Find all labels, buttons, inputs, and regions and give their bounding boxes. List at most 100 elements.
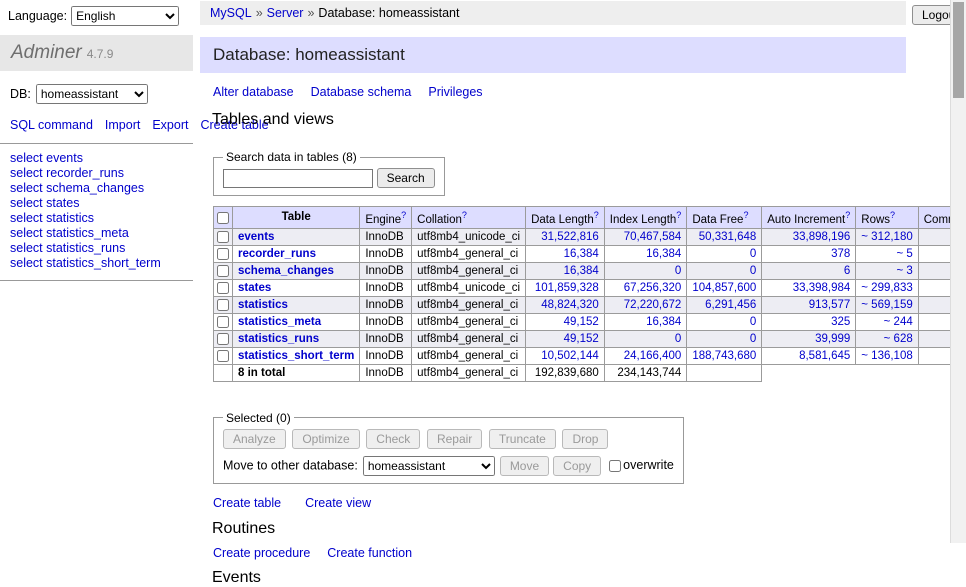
rows-count-link[interactable]: ~ 628 xyxy=(884,333,913,345)
sidebar-table-link-statistics[interactable]: select statistics xyxy=(10,211,94,225)
search-input[interactable] xyxy=(223,169,373,188)
index-length-link[interactable]: 0 xyxy=(675,333,681,345)
index-length-link[interactable]: 70,467,584 xyxy=(624,231,682,243)
privileges-link[interactable]: Privileges xyxy=(428,85,482,99)
row-select-checkbox[interactable] xyxy=(217,282,229,294)
auto-increment-link[interactable]: 325 xyxy=(831,316,850,328)
optimize-button[interactable]: Optimize xyxy=(292,429,359,449)
sidebar-table-link-states[interactable]: select states xyxy=(10,196,79,210)
data-length-link[interactable]: 49,152 xyxy=(564,316,599,328)
data-length-link[interactable]: 49,152 xyxy=(564,333,599,345)
sidebar-table-link-recorder-runs[interactable]: select recorder_runs xyxy=(10,166,124,180)
sidebar-table-link-statistics-short-term[interactable]: select statistics_short_term xyxy=(10,256,161,270)
auto-increment-link[interactable]: 6 xyxy=(844,265,850,277)
data-free-link[interactable]: 6,291,456 xyxy=(705,299,756,311)
index-length-link[interactable]: 72,220,672 xyxy=(624,299,682,311)
index-length-link[interactable]: 16,384 xyxy=(646,248,681,260)
table-name-link[interactable]: statistics_runs xyxy=(238,333,319,345)
sidebar-table-link-statistics-meta[interactable]: select statistics_meta xyxy=(10,226,129,240)
repair-button[interactable]: Repair xyxy=(427,429,482,449)
breadcrumb-server-link[interactable]: Server xyxy=(267,6,304,20)
rows-count-link[interactable]: ~ 312,180 xyxy=(861,231,912,243)
move-button[interactable]: Move xyxy=(500,456,549,476)
auto-increment-link[interactable]: 8,581,645 xyxy=(799,350,850,362)
auto-increment-link[interactable]: 39,999 xyxy=(815,333,850,345)
sidebar-table-link-statistics-runs[interactable]: select statistics_runs xyxy=(10,241,125,255)
db-select[interactable]: homeassistant xyxy=(36,84,148,104)
truncate-button[interactable]: Truncate xyxy=(489,429,556,449)
row-select-checkbox[interactable] xyxy=(217,299,229,311)
create-function-link[interactable]: Create function xyxy=(327,546,412,560)
rows-count-link[interactable]: ~ 569,159 xyxy=(861,299,912,311)
row-select-checkbox[interactable] xyxy=(217,333,229,345)
data-free-link[interactable]: 104,857,600 xyxy=(692,282,756,294)
column-help-link[interactable]: ? xyxy=(676,210,681,220)
import-link[interactable]: Import xyxy=(105,118,140,132)
row-select-checkbox[interactable] xyxy=(217,265,229,277)
sql-command-link[interactable]: SQL command xyxy=(10,118,93,132)
table-name-link[interactable]: statistics_meta xyxy=(238,316,321,328)
move-db-select[interactable]: homeassistant xyxy=(363,456,495,476)
data-length-link[interactable]: 31,522,816 xyxy=(541,231,599,243)
table-name-link[interactable]: schema_changes xyxy=(238,265,334,277)
create-view-link[interactable]: Create view xyxy=(305,496,371,510)
rows-count-link[interactable]: ~ 136,108 xyxy=(861,350,912,362)
scrollbar-thumb[interactable] xyxy=(953,2,964,98)
table-name-link[interactable]: states xyxy=(238,282,271,294)
data-length-link[interactable]: 101,859,328 xyxy=(535,282,599,294)
export-link[interactable]: Export xyxy=(152,118,188,132)
data-length-link[interactable]: 16,384 xyxy=(564,248,599,260)
rows-count-link[interactable]: ~ 299,833 xyxy=(861,282,912,294)
row-select-checkbox[interactable] xyxy=(217,316,229,328)
data-free-link[interactable]: 0 xyxy=(750,316,756,328)
index-length-link[interactable]: 24,166,400 xyxy=(624,350,682,362)
copy-button[interactable]: Copy xyxy=(553,456,601,476)
data-free-link[interactable]: 0 xyxy=(750,333,756,345)
auto-increment-link[interactable]: 33,898,196 xyxy=(793,231,851,243)
column-help-link[interactable]: ? xyxy=(594,210,599,220)
row-select-checkbox[interactable] xyxy=(217,350,229,362)
data-length-link[interactable]: 10,502,144 xyxy=(541,350,599,362)
column-help-link[interactable]: ? xyxy=(401,210,406,220)
table-name-link[interactable]: recorder_runs xyxy=(238,248,316,260)
data-free-link[interactable]: 0 xyxy=(750,248,756,260)
vertical-scrollbar[interactable] xyxy=(950,0,966,543)
sidebar-table-link-schema-changes[interactable]: select schema_changes xyxy=(10,181,144,195)
rows-count-link[interactable]: ~ 244 xyxy=(884,316,913,328)
column-help-link[interactable]: ? xyxy=(845,210,850,220)
row-select-checkbox[interactable] xyxy=(217,231,229,243)
database-schema-link[interactable]: Database schema xyxy=(311,85,412,99)
index-length-link[interactable]: 16,384 xyxy=(646,316,681,328)
create-procedure-link[interactable]: Create procedure xyxy=(213,546,310,560)
table-name-link[interactable]: statistics xyxy=(238,299,288,311)
alter-database-link[interactable]: Alter database xyxy=(213,85,294,99)
column-help-link[interactable]: ? xyxy=(462,210,467,220)
analyze-button[interactable]: Analyze xyxy=(223,429,286,449)
data-length-link[interactable]: 48,824,320 xyxy=(541,299,599,311)
sidebar-table-link-events[interactable]: select events xyxy=(10,151,83,165)
table-name-link[interactable]: statistics_short_term xyxy=(238,350,354,362)
rows-count-link[interactable]: ~ 5 xyxy=(896,248,912,260)
select-all-checkbox[interactable] xyxy=(217,212,229,224)
data-length-link[interactable]: 16,384 xyxy=(564,265,599,277)
language-select[interactable]: English xyxy=(71,6,179,26)
index-length-link[interactable]: 67,256,320 xyxy=(624,282,682,294)
column-help-link[interactable]: ? xyxy=(743,210,748,220)
row-select-checkbox[interactable] xyxy=(217,248,229,260)
table-name-link[interactable]: events xyxy=(238,231,274,243)
data-free-link[interactable]: 188,743,680 xyxy=(692,350,756,362)
auto-increment-link[interactable]: 913,577 xyxy=(809,299,851,311)
index-length-link[interactable]: 0 xyxy=(675,265,681,277)
auto-increment-link[interactable]: 33,398,984 xyxy=(793,282,851,294)
drop-button[interactable]: Drop xyxy=(562,429,608,449)
check-button[interactable]: Check xyxy=(366,429,420,449)
overwrite-checkbox[interactable] xyxy=(609,460,621,472)
breadcrumb-mysql-link[interactable]: MySQL xyxy=(210,6,252,20)
auto-increment-link[interactable]: 378 xyxy=(831,248,850,260)
data-free-link[interactable]: 0 xyxy=(750,265,756,277)
create-table-link[interactable]: Create table xyxy=(213,496,281,510)
search-button[interactable]: Search xyxy=(377,168,435,188)
column-help-link[interactable]: ? xyxy=(890,210,895,220)
rows-count-link[interactable]: ~ 3 xyxy=(896,265,912,277)
data-free-link[interactable]: 50,331,648 xyxy=(699,231,757,243)
